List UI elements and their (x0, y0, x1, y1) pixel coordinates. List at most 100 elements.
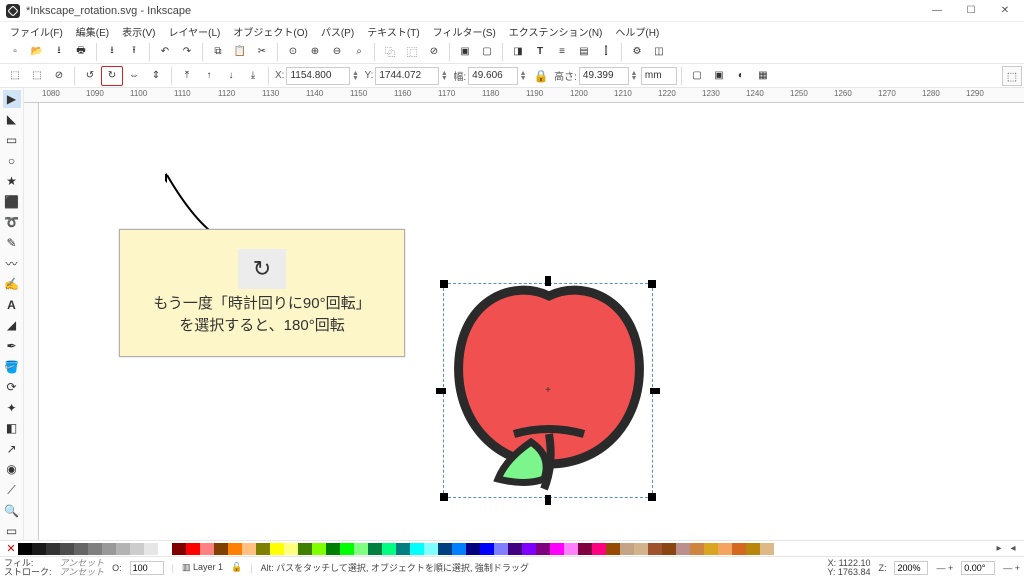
color-swatch[interactable] (494, 543, 508, 555)
color-swatch[interactable] (690, 543, 704, 555)
menu-extension[interactable]: エクステンション(N) (503, 22, 609, 41)
palette-scroll-icon[interactable]: ▸ (992, 543, 1006, 554)
color-swatch[interactable] (480, 543, 494, 555)
layer-lock-icon[interactable]: 🔓 (231, 562, 242, 573)
zoom-drawing-icon[interactable]: ⊕ (304, 42, 326, 62)
star-tool-icon[interactable]: ★ (3, 172, 21, 190)
lpe-tool-icon[interactable]: ◉ (3, 461, 21, 479)
maximize-button[interactable]: ☐ (962, 5, 980, 16)
zoom-input[interactable] (894, 561, 928, 575)
lock-icon[interactable]: 🔒 (530, 66, 552, 86)
color-swatch[interactable] (718, 543, 732, 555)
raise-icon[interactable]: ↑ (198, 66, 220, 86)
y-spinner[interactable]: ▲▼ (439, 71, 449, 81)
handle-tr[interactable] (648, 280, 656, 288)
color-swatch[interactable] (116, 543, 130, 555)
x-input[interactable] (286, 67, 350, 85)
import-icon[interactable]: ⭳ (101, 42, 123, 62)
pages-tool-icon[interactable]: ▭ (3, 522, 21, 540)
transform-gradient-icon[interactable]: ◐ (730, 66, 752, 86)
stroke-value[interactable]: アンセット (60, 568, 105, 577)
print-icon[interactable]: 🖶 (70, 42, 92, 62)
handle-br[interactable] (648, 493, 656, 501)
close-button[interactable]: ✕ (996, 5, 1014, 16)
node-tool-icon[interactable]: ◣ (3, 111, 21, 129)
color-swatch[interactable] (592, 543, 606, 555)
color-swatch[interactable] (186, 543, 200, 555)
pencil-tool-icon[interactable]: ✎ (3, 234, 21, 252)
color-swatch[interactable] (508, 543, 522, 555)
menu-view[interactable]: 表示(V) (116, 22, 161, 41)
transform-pattern-icon[interactable]: ▦ (752, 66, 774, 86)
handle-b[interactable] (545, 495, 551, 505)
text-icon[interactable]: T (529, 42, 551, 62)
color-swatch[interactable] (746, 543, 760, 555)
layer-indicator[interactable]: ▥ Layer 1 (182, 562, 223, 573)
color-swatch[interactable] (438, 543, 452, 555)
y-input[interactable] (375, 67, 439, 85)
zoom-tool-icon[interactable]: 🔍 (3, 502, 21, 520)
gradient-tool-icon[interactable]: ◢ (3, 317, 21, 335)
color-swatch[interactable] (620, 543, 634, 555)
w-input[interactable] (468, 67, 518, 85)
eraser-tool-icon[interactable]: ◧ (3, 420, 21, 438)
layers-icon[interactable]: ≡ (551, 42, 573, 62)
text-tool-icon[interactable]: A (3, 296, 21, 314)
lower-icon[interactable]: ↓ (220, 66, 242, 86)
export-icon[interactable]: ⭱ (123, 42, 145, 62)
color-swatch[interactable] (158, 543, 172, 555)
select-all-icon[interactable]: ⬚ (4, 66, 26, 86)
fill-stroke-values[interactable]: アンセット アンセット (60, 559, 105, 577)
menu-help[interactable]: ヘルプ(H) (609, 22, 665, 41)
color-swatch[interactable] (270, 543, 284, 555)
handle-bl[interactable] (440, 493, 448, 501)
spiral-tool-icon[interactable]: ➰ (3, 214, 21, 232)
menu-edit[interactable]: 編集(E) (70, 22, 115, 41)
color-swatch[interactable] (550, 543, 564, 555)
color-swatch[interactable] (144, 543, 158, 555)
opacity-input[interactable] (130, 561, 164, 575)
3dbox-tool-icon[interactable]: ⬛ (3, 193, 21, 211)
h-spinner[interactable]: ▲▼ (629, 71, 639, 81)
xml-icon[interactable]: ▤ (573, 42, 595, 62)
ungroup-icon[interactable]: ▢ (476, 42, 498, 62)
color-swatch[interactable] (214, 543, 228, 555)
minimize-button[interactable]: — (928, 5, 946, 16)
color-swatch[interactable] (760, 543, 774, 555)
circle-tool-icon[interactable]: ○ (3, 152, 21, 170)
rotation-input[interactable] (961, 561, 995, 575)
color-swatch[interactable] (130, 543, 144, 555)
deselect-icon[interactable]: ⊘ (48, 66, 70, 86)
measure-tool-icon[interactable]: ⟋ (3, 481, 21, 499)
color-swatch[interactable] (382, 543, 396, 555)
clone-icon[interactable]: ⿸ (401, 42, 423, 62)
prefs-icon[interactable]: ⚙ (626, 42, 648, 62)
calligraphy-tool-icon[interactable]: ✍ (3, 275, 21, 293)
connector-tool-icon[interactable]: ↗ (3, 440, 21, 458)
color-swatch[interactable] (648, 543, 662, 555)
menu-file[interactable]: ファイル(F) (4, 22, 69, 41)
color-swatch[interactable] (74, 543, 88, 555)
color-swatch[interactable] (634, 543, 648, 555)
color-swatch[interactable] (88, 543, 102, 555)
zoom-sel-icon[interactable]: ⌕ (348, 42, 370, 62)
color-swatch[interactable] (172, 543, 186, 555)
color-swatch[interactable] (536, 543, 550, 555)
tweak-tool-icon[interactable]: ⟳ (3, 378, 21, 396)
handle-tl[interactable] (440, 280, 448, 288)
transform-corners-icon[interactable]: ▣ (708, 66, 730, 86)
paste-icon[interactable]: 📋 (229, 42, 251, 62)
rect-tool-icon[interactable]: ▭ (3, 131, 21, 149)
raise-top-icon[interactable]: ⤒ (176, 66, 198, 86)
zoom-fit-icon[interactable]: ⊙ (282, 42, 304, 62)
selection-box[interactable]: + (443, 283, 653, 498)
unlink-icon[interactable]: ⊘ (423, 42, 445, 62)
color-swatch[interactable] (284, 543, 298, 555)
menu-path[interactable]: パス(P) (315, 22, 360, 41)
docprops-icon[interactable]: ◫ (648, 42, 670, 62)
h-input[interactable] (579, 67, 629, 85)
zoom-page-icon[interactable]: ⊖ (326, 42, 348, 62)
handle-t[interactable] (545, 276, 551, 286)
canvas[interactable]: ↻ もう一度「時計回りに90°回転」 を選択すると、180°回転 (39, 103, 1024, 540)
color-swatch[interactable] (340, 543, 354, 555)
